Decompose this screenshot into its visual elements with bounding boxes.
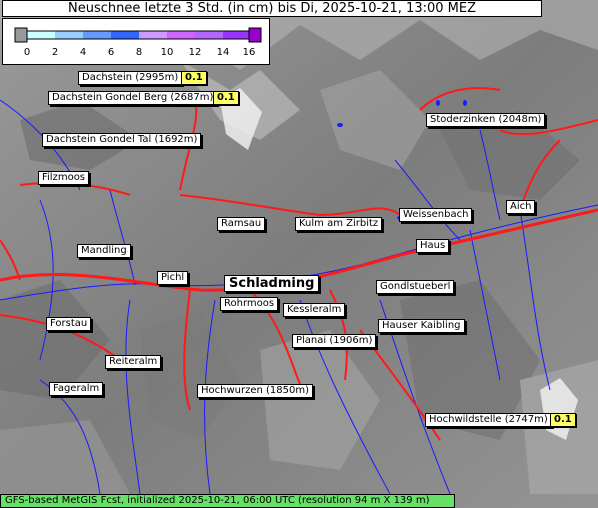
- place-label-gondlstueberl: Gondlstueberl: [376, 280, 455, 294]
- place-label-ramsau: Ramsau: [217, 217, 266, 231]
- place-label-hochwildstelle: Hochwildstelle (2747m): [425, 413, 552, 427]
- legend-tick: 10: [160, 47, 174, 58]
- place-label-aich: Aich: [506, 200, 536, 214]
- place-label-dachstein: Dachstein (2995m): [78, 71, 183, 85]
- place-label-kessleralm: Kessleralm: [283, 303, 346, 317]
- place-label-kulm-am-zirbitz: Kulm am Zirbitz: [295, 217, 383, 231]
- legend-tick: 2: [51, 47, 59, 58]
- place-label-hauser-kaibling: Hauser Kaibling: [378, 319, 465, 333]
- legend-tick: 12: [188, 47, 202, 58]
- forecast-info-footer: GFS-based MetGIS Fcst, initialized 2025-…: [0, 494, 455, 508]
- place-label-dachstein-gondel-berg: Dachstein Gondel Berg (2687m): [48, 91, 218, 105]
- snow-value-dachstein-gondel-berg: 0.1: [213, 91, 239, 105]
- legend-tick: 0: [23, 47, 31, 58]
- place-label-schladming: Schladming: [224, 275, 320, 292]
- map-title: Neuschnee letzte 3 Std. (in cm) bis Di, …: [2, 0, 542, 17]
- place-label-stoderzinken: Stoderzinken (2048m): [426, 113, 546, 127]
- legend-colorbar: [14, 27, 262, 43]
- place-label-forstau: Forstau: [46, 317, 92, 331]
- snow-value-dachstein: 0.1: [181, 71, 207, 85]
- place-label-mandling: Mandling: [77, 244, 131, 258]
- place-label-filzmoos: Filzmoos: [38, 171, 90, 185]
- legend-tick: 14: [216, 47, 230, 58]
- place-label-haus: Haus: [416, 239, 450, 253]
- snow-legend: 0 2 4 6 8 10 12 14 16: [2, 18, 270, 65]
- legend-tick: 16: [242, 47, 256, 58]
- place-label-planai: Planai (1906m): [292, 334, 377, 348]
- place-label-pichl: Pichl: [157, 271, 189, 285]
- legend-tick: 8: [135, 47, 143, 58]
- legend-tick: 4: [79, 47, 87, 58]
- place-label-rohrmoos: Rohrmoos: [220, 297, 279, 311]
- place-label-dachstein-gondel-tal: Dachstein Gondel Tal (1692m): [42, 133, 202, 147]
- place-label-hochwurzen: Hochwurzen (1850m): [197, 384, 314, 398]
- snow-value-hochwildstelle: 0.1: [550, 413, 576, 427]
- place-label-fageralm: Fageralm: [49, 382, 104, 396]
- place-label-weissenbach: Weissenbach: [399, 208, 473, 222]
- place-label-reiteralm: Reiteralm: [105, 355, 162, 369]
- legend-tick: 6: [107, 47, 115, 58]
